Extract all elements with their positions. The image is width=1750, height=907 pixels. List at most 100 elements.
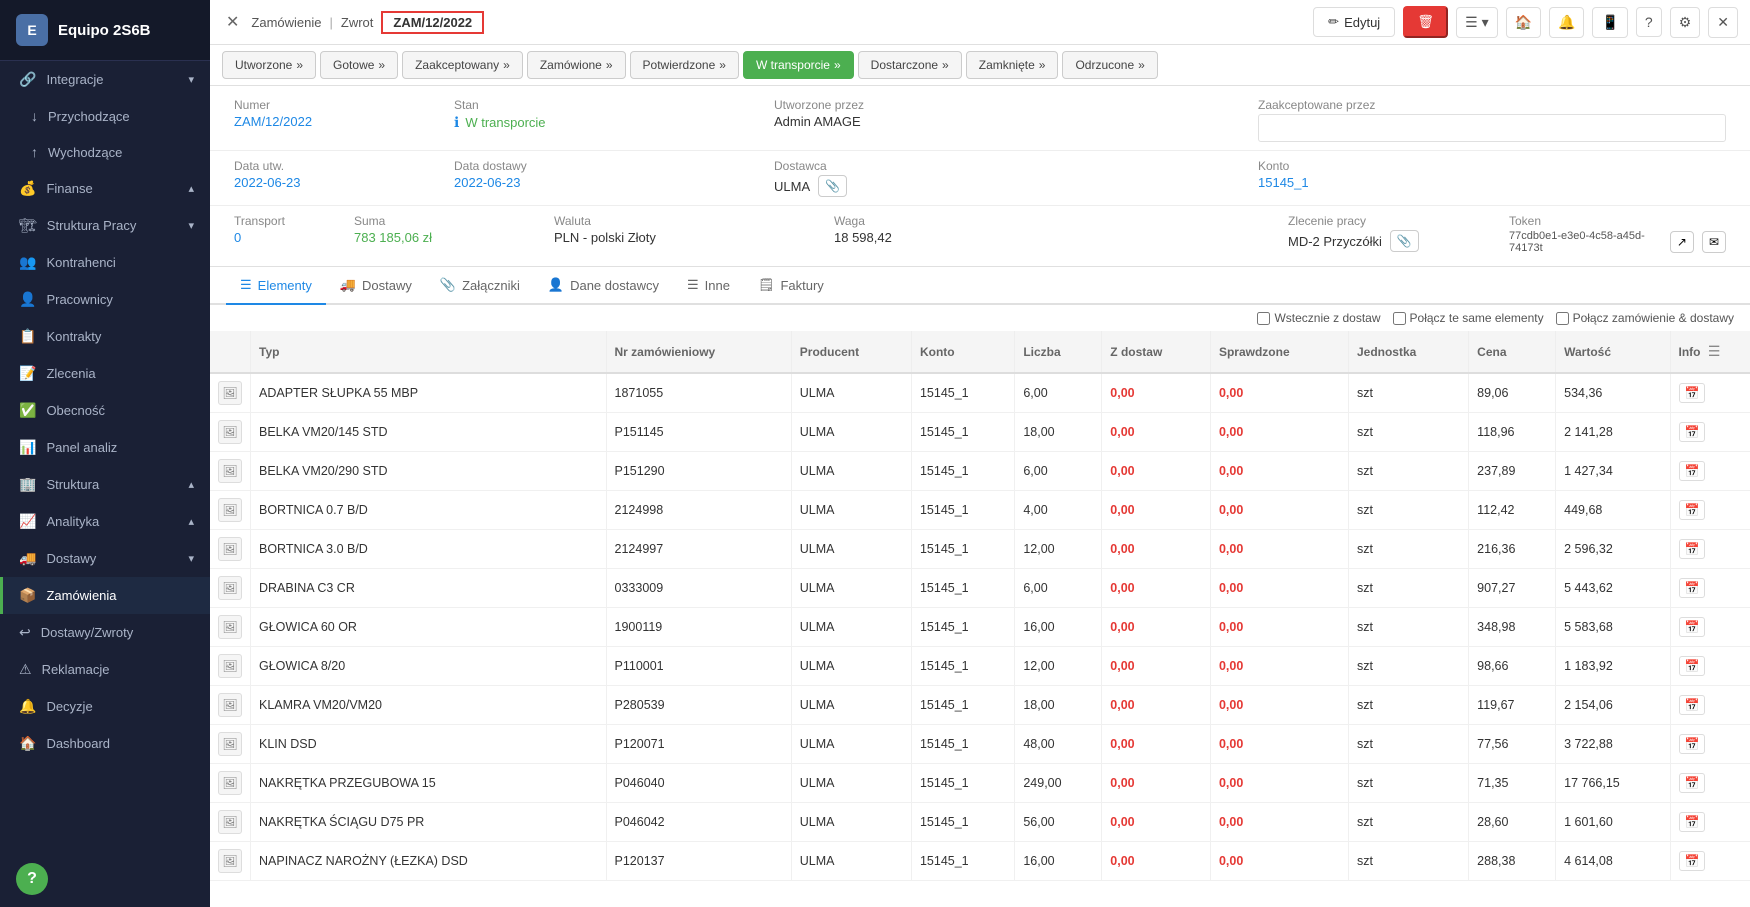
sidebar-item-struktura[interactable]: 🏢 Struktura ▴ xyxy=(0,466,210,503)
wf-odrzucone[interactable]: Odrzucone » xyxy=(1062,51,1157,79)
wf-gotowe[interactable]: Gotowe » xyxy=(320,51,398,79)
wstecznie-option[interactable]: Wstecznie z dostaw xyxy=(1257,311,1380,325)
delete-button[interactable]: 🗑 xyxy=(1403,6,1448,38)
tab-inne[interactable]: ☰ Inne xyxy=(673,267,744,305)
sidebar-item-analityka[interactable]: 📈 Analityka ▴ xyxy=(0,503,210,540)
token-email-button[interactable]: ✉ xyxy=(1702,231,1726,253)
row-info-button[interactable]: 📅 xyxy=(1679,578,1706,598)
sidebar-item-kontrakty[interactable]: 📋 Kontrakty xyxy=(0,318,210,355)
row-info-button[interactable]: 📅 xyxy=(1679,656,1706,676)
sidebar-item-decyzje[interactable]: 🔔 Decyzje xyxy=(0,688,210,725)
row-info-button[interactable]: 📅 xyxy=(1679,539,1706,559)
row-info-button[interactable]: 📅 xyxy=(1679,773,1706,793)
sidebar-item-przychodzace[interactable]: ↓ Przychodzące xyxy=(0,98,210,134)
zaakceptowane-przez-value[interactable] xyxy=(1258,114,1726,142)
row-info-button[interactable]: 📅 xyxy=(1679,383,1706,403)
col-konto[interactable]: Konto xyxy=(911,331,1014,373)
row-image-button[interactable]: 🖼 xyxy=(218,459,242,483)
sidebar-item-reklamacje[interactable]: ⚠ Reklamacje xyxy=(0,651,210,688)
menu-button[interactable]: ☰ ▾ xyxy=(1456,7,1497,38)
edit-button[interactable]: ✏ Edytuj xyxy=(1313,7,1395,37)
zlecenie-attach-button[interactable]: 📎 xyxy=(1390,230,1419,252)
sidebar-item-kontrahenci[interactable]: 👥 Kontrahenci xyxy=(0,244,210,281)
col-sprawdzone[interactable]: Sprawdzone xyxy=(1210,331,1348,373)
row-image-button[interactable]: 🖼 xyxy=(218,420,242,444)
wstecznie-checkbox[interactable] xyxy=(1257,312,1270,325)
tab-active[interactable]: ZAM/12/2022 xyxy=(381,11,484,34)
tab-elementy[interactable]: ☰ Elementy xyxy=(226,267,326,305)
tab-dostawy[interactable]: 🚚 Dostawy xyxy=(326,267,426,305)
tab-close-button[interactable]: ✕ xyxy=(222,8,243,36)
sidebar-item-pracownicy[interactable]: 👤 Pracownicy xyxy=(0,281,210,318)
sidebar-item-zamowienia[interactable]: 📦 Zamówienia xyxy=(0,577,210,614)
dostawca-attach-button[interactable]: 📎 xyxy=(818,175,847,197)
sidebar-item-finanse[interactable]: 💰 Finanse ▴ xyxy=(0,170,210,207)
wf-zaakceptowany[interactable]: Zaakceptowany » xyxy=(402,51,523,79)
col-wartosc[interactable]: Wartość xyxy=(1556,331,1670,373)
notification-button[interactable]: 🔔 xyxy=(1549,7,1584,38)
row-image-button[interactable]: 🖼 xyxy=(218,498,242,522)
close-app-button[interactable]: ✕ xyxy=(1708,7,1738,38)
home-nav-button[interactable]: 🏠 xyxy=(1506,7,1541,38)
sidebar-item-zlecenia[interactable]: 📝 Zlecenia xyxy=(0,355,210,392)
row-jednostka: szt xyxy=(1348,686,1468,725)
row-image-button[interactable]: 🖼 xyxy=(218,654,242,678)
sidebar-item-struktura-pracy[interactable]: 🏗 Struktura Pracy ▾ xyxy=(0,207,210,244)
column-settings-button[interactable]: ☰ xyxy=(1704,339,1725,364)
row-image-button[interactable]: 🖼 xyxy=(218,615,242,639)
sidebar-item-dashboard[interactable]: 🏠 Dashboard xyxy=(0,725,210,762)
row-info-button[interactable]: 📅 xyxy=(1679,422,1706,442)
row-liczba: 249,00 xyxy=(1015,764,1102,803)
row-info-button[interactable]: 📅 xyxy=(1679,461,1706,481)
row-image-button[interactable]: 🖼 xyxy=(218,537,242,561)
sidebar-item-wychodzace[interactable]: ↑ Wychodzące xyxy=(0,134,210,170)
row-info-button[interactable]: 📅 xyxy=(1679,812,1706,832)
row-image-button[interactable]: 🖼 xyxy=(218,576,242,600)
row-konto: 15145_1 xyxy=(911,373,1014,413)
tab-dane-dostawcy[interactable]: 👤 Dane dostawcy xyxy=(534,267,673,305)
help-button[interactable]: ? xyxy=(16,863,48,895)
sidebar-item-obecnosc[interactable]: ✅ Obecność xyxy=(0,392,210,429)
row-info-button[interactable]: 📅 xyxy=(1679,617,1706,637)
row-image-button[interactable]: 🖼 xyxy=(218,849,242,873)
wf-dostarczone[interactable]: Dostarczone » xyxy=(858,51,962,79)
mobile-button[interactable]: 📱 xyxy=(1592,7,1627,38)
col-jednostka[interactable]: Jednostka xyxy=(1348,331,1468,373)
col-liczba[interactable]: Liczba xyxy=(1015,331,1102,373)
row-info-button[interactable]: 📅 xyxy=(1679,851,1706,871)
row-image-button[interactable]: 🖼 xyxy=(218,732,242,756)
col-typ[interactable]: Typ xyxy=(251,331,607,373)
tab-faktury[interactable]: 🗒 Faktury xyxy=(744,267,838,305)
col-cena[interactable]: Cena xyxy=(1469,331,1556,373)
wf-zamowione[interactable]: Zamówione » xyxy=(527,51,626,79)
row-info-button[interactable]: 📅 xyxy=(1679,695,1706,715)
row-info-button[interactable]: 📅 xyxy=(1679,734,1706,754)
col-z-dostaw[interactable]: Z dostaw xyxy=(1102,331,1211,373)
polacz-zamowienie-option[interactable]: Połącz zamówienie & dostawy xyxy=(1556,311,1734,325)
polacz-zamowienie-checkbox[interactable] xyxy=(1556,312,1569,325)
settings-button[interactable]: ⚙ xyxy=(1670,7,1701,38)
row-image-button[interactable]: 🖼 xyxy=(218,771,242,795)
tab-zwrot[interactable]: Zwrot xyxy=(341,15,374,30)
tab-zalaczniki[interactable]: 📎 Załączniki xyxy=(426,267,534,305)
sidebar-item-dostawy-zwroty[interactable]: ↩ Dostawy/Zwroty xyxy=(0,614,210,651)
wf-utworzone[interactable]: Utworzone » xyxy=(222,51,316,79)
row-image-button[interactable]: 🖼 xyxy=(218,810,242,834)
sidebar-item-integracje[interactable]: 🔗 Integracje ▾ xyxy=(0,61,210,98)
help-nav-button[interactable]: ? xyxy=(1636,7,1662,37)
polacz-elementy-checkbox[interactable] xyxy=(1393,312,1406,325)
sidebar-item-panel-analiz[interactable]: 📊 Panel analiz xyxy=(0,429,210,466)
wf-potwierdzone[interactable]: Potwierdzone » xyxy=(630,51,739,79)
col-producent[interactable]: Producent xyxy=(791,331,911,373)
token-open-button[interactable]: ↗ xyxy=(1670,231,1694,253)
col-nr-zam[interactable]: Nr zamówieniowy xyxy=(606,331,791,373)
wf-zamkniete[interactable]: Zamknięte » xyxy=(966,51,1059,79)
tab-zamowienie[interactable]: Zamówienie xyxy=(251,15,321,30)
sidebar-item-dostawy[interactable]: 🚚 Dostawy ▾ xyxy=(0,540,210,577)
row-image-button[interactable]: 🖼 xyxy=(218,381,242,405)
row-info-button[interactable]: 📅 xyxy=(1679,500,1706,520)
row-image-button[interactable]: 🖼 xyxy=(218,693,242,717)
sidebar-item-label: Kontrakty xyxy=(46,329,101,344)
wf-w-transporcie[interactable]: W transporcie » xyxy=(743,51,854,79)
polacz-elementy-option[interactable]: Połącz te same elementy xyxy=(1393,311,1544,325)
